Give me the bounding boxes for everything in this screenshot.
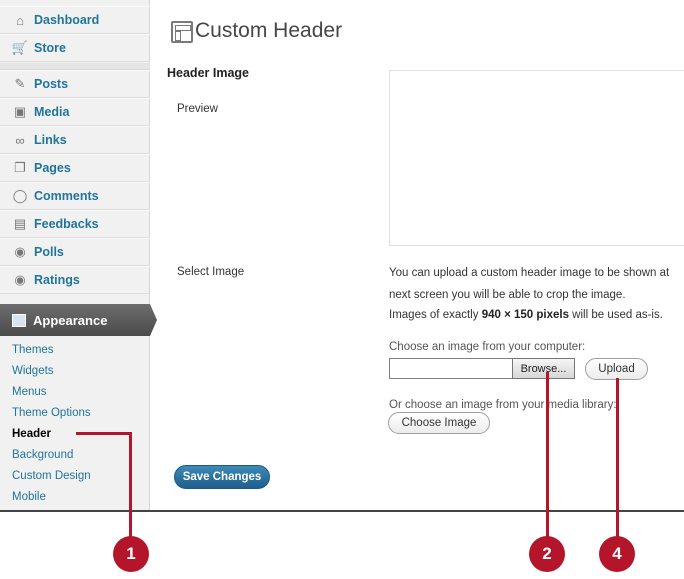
media-icon: ▣ [13,104,27,119]
sidebar-item-label: Posts [34,77,69,91]
sidebar-item-ratings[interactable]: ◉ Ratings [0,266,150,294]
sidebar-item-label: Comments [34,189,99,203]
size-note-dimensions: 940 × 150 pixels [481,309,569,321]
submenu-mobile[interactable]: Mobile [12,490,46,504]
sidebar-item-label: Feedbacks [34,217,99,231]
upload-button[interactable]: Upload [585,358,648,380]
polls-icon: ◉ [14,244,26,259]
sidebar-item-label: Ratings [34,273,80,287]
sidebar-item-store[interactable]: 🛒 Store [0,34,150,62]
submenu-themes[interactable]: Themes [12,343,54,357]
callout-1-leader-horizontal [76,432,131,435]
ratings-icon: ◉ [14,272,26,287]
cart-icon: 🛒 [11,40,29,55]
choose-from-library-label: Or choose an image from your media libra… [389,399,617,411]
link-icon: ∞ [15,132,25,148]
size-note-suffix: will be used as-is. [568,309,663,321]
callout-badge-4: 4 [599,536,635,572]
upload-description-line2: next screen you will be able to crop the… [389,289,626,301]
sidebar-item-appearance[interactable]: Appearance [0,304,157,336]
size-note-prefix: Images of exactly [389,309,482,321]
sidebar-item-links[interactable]: ∞ Links [0,126,150,154]
sidebar-item-media[interactable]: ▣ Media [0,98,150,126]
main-content: Custom Header Header Image Preview Selec… [151,0,684,510]
select-image-label: Select Image [177,266,245,278]
menu-separator [0,63,150,70]
sidebar-item-comments[interactable]: ◯ Comments [0,182,150,210]
sidebar-item-label: Dashboard [34,13,100,27]
submenu-theme-options[interactable]: Theme Options [12,406,91,420]
submenu-custom-design[interactable]: Custom Design [12,469,91,483]
sidebar-item-label: Appearance [33,312,108,328]
section-title: Header Image [167,66,249,80]
home-icon: ⌂ [16,12,24,28]
submenu-widgets[interactable]: Widgets [12,364,54,378]
sidebar-item-label: Store [34,41,66,55]
submenu-menus[interactable]: Menus [12,385,47,399]
upload-description-line1: You can upload a custom header image to … [389,267,670,279]
callout-badge-1: 1 [113,536,149,572]
save-changes-button[interactable]: Save Changes [174,465,270,489]
sidebar-item-label: Links [34,133,67,147]
callout-2-leader [546,372,549,538]
appearance-icon [12,313,26,327]
page-title: Custom Header [195,19,343,42]
sidebar-item-posts[interactable]: ✎ Posts [0,70,150,98]
pages-icon: ❐ [14,160,26,175]
sidebar-item-feedbacks[interactable]: ▤ Feedbacks [0,210,150,238]
feedback-icon: ▤ [13,216,27,231]
callout-1-leader-vertical [129,432,132,537]
sidebar-item-label: Polls [34,245,64,259]
browse-button[interactable]: Browse... [512,358,575,379]
preview-label: Preview [177,103,218,115]
sidebar-item-label: Media [34,105,70,119]
sidebar-item-pages[interactable]: ❐ Pages [0,154,150,182]
submenu-header[interactable]: Header [12,427,51,441]
callout-badge-2: 2 [529,536,565,572]
submenu-background[interactable]: Background [12,448,73,462]
sidebar-item-dashboard[interactable]: ⌂ Dashboard [0,6,150,34]
screenshot-frame: ⌂ Dashboard 🛒 Store ✎ Posts ▣ Media ∞ Li… [0,0,684,512]
file-path-input[interactable] [389,358,513,379]
choose-from-computer-label: Choose an image from your computer: [389,341,586,353]
sidebar-item-polls[interactable]: ◉ Polls [0,238,150,266]
custom-header-icon [171,21,193,43]
callout-4-leader [616,378,619,538]
choose-image-button[interactable]: Choose Image [388,412,490,434]
header-preview-box [389,70,684,246]
comment-bubble-icon: ◯ [12,188,28,203]
sidebar-item-label: Pages [34,161,71,175]
pushpin-icon: ✎ [14,76,26,91]
upload-description-line3: Images of exactly 940 × 150 pixels will … [389,309,663,321]
